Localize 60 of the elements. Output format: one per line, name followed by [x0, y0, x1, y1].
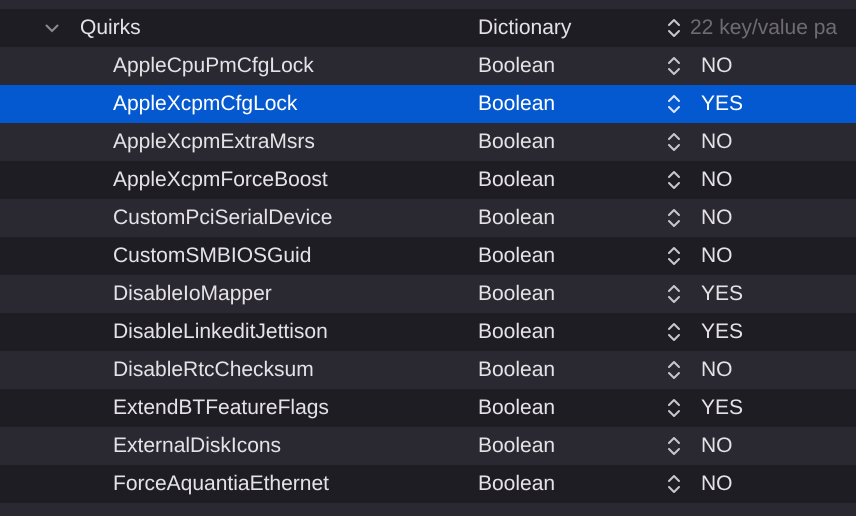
key-name: CustomSMBIOSGuid: [113, 244, 312, 268]
stepper-icon[interactable]: [667, 473, 681, 495]
type-label: Dictionary: [478, 16, 572, 40]
stepper-icon[interactable]: [667, 131, 681, 153]
key-name: ForceAquantiaEthernet: [113, 472, 329, 496]
stepper-icon[interactable]: [667, 397, 681, 419]
outline-row[interactable]: AppleCpuPmCfgLock Boolean NO: [0, 47, 856, 85]
value-label: NO: [701, 472, 732, 496]
value-label: NO: [701, 206, 732, 230]
key-name: CustomPciSerialDevice: [113, 206, 332, 230]
stepper-icon[interactable]: [667, 245, 681, 267]
value-label: YES: [701, 282, 744, 306]
value-label: NO: [701, 168, 732, 192]
key-name: ExtendBTFeatureFlags: [113, 396, 329, 420]
stepper-icon[interactable]: [667, 17, 681, 39]
key-name: DisableRtcChecksum: [113, 358, 314, 382]
type-label: Boolean: [478, 206, 556, 230]
stepper-icon[interactable]: [667, 359, 681, 381]
key-name: AppleXcpmExtraMsrs: [113, 130, 315, 154]
value-label: NO: [701, 130, 732, 154]
stepper-icon[interactable]: [667, 93, 681, 115]
value-label: NO: [701, 358, 732, 382]
type-label: Boolean: [478, 396, 556, 420]
key-name: DisableIoMapper: [113, 282, 272, 306]
type-label: Boolean: [478, 358, 556, 382]
value-label: NO: [701, 244, 732, 268]
key-name: ExternalDiskIcons: [113, 434, 282, 458]
type-label: Boolean: [478, 92, 556, 116]
key-name: AppleXcpmForceBoost: [113, 168, 328, 192]
value-label: NO: [701, 434, 732, 458]
disclosure-chevron-icon[interactable]: [45, 24, 59, 32]
key-name: AppleCpuPmCfgLock: [113, 54, 314, 78]
outline-row[interactable]: AppleXcpmCfgLock Boolean YES: [0, 85, 856, 123]
stepper-icon[interactable]: [667, 321, 681, 343]
key-name: AppleXcpmCfgLock: [113, 92, 298, 116]
value-label: NO: [701, 54, 732, 78]
outline-row[interactable]: DisableRtcChecksum Boolean NO: [0, 351, 856, 389]
outline-row[interactable]: ExternalDiskIcons Boolean NO: [0, 427, 856, 465]
value-label: YES: [701, 92, 744, 116]
type-label: Boolean: [478, 320, 556, 344]
outline-row[interactable]: CustomPciSerialDevice Boolean NO: [0, 199, 856, 237]
stepper-icon[interactable]: [667, 435, 681, 457]
value-label: 22 key/value pa: [690, 16, 838, 40]
stepper-icon[interactable]: [667, 169, 681, 191]
stepper-icon[interactable]: [667, 283, 681, 305]
type-label: Boolean: [478, 282, 556, 306]
stepper-icon[interactable]: [667, 207, 681, 229]
key-name: Quirks: [80, 16, 141, 40]
outline-row[interactable]: DisableIoMapper Boolean YES: [0, 275, 856, 313]
value-label: YES: [701, 396, 744, 420]
type-label: Boolean: [478, 130, 556, 154]
type-label: Boolean: [478, 54, 556, 78]
stepper-icon[interactable]: [667, 55, 681, 77]
key-name: DisableLinkeditJettison: [113, 320, 328, 344]
outline-row[interactable]: AppleXcpmExtraMsrs Boolean NO: [0, 123, 856, 161]
type-label: Boolean: [478, 244, 556, 268]
type-label: Boolean: [478, 472, 556, 496]
type-label: Boolean: [478, 168, 556, 192]
value-label: YES: [701, 320, 744, 344]
type-label: Boolean: [478, 434, 556, 458]
